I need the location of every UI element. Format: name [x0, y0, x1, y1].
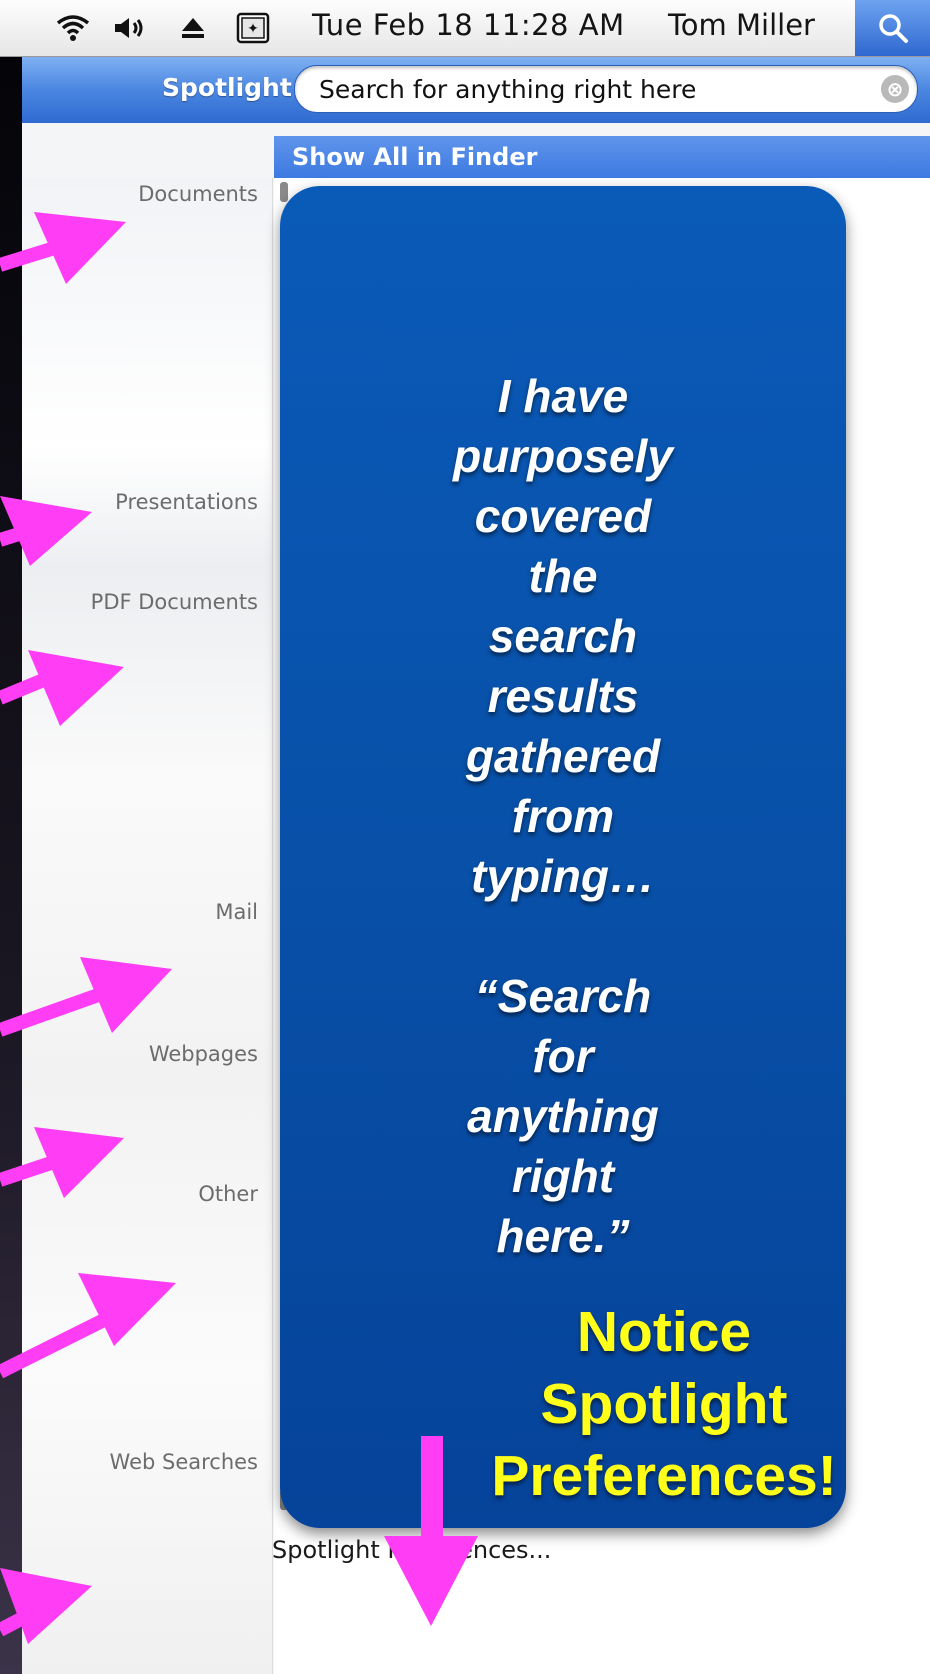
arrow-web-searches-icon: [0, 1568, 92, 1644]
arrow-down-to-preferences-icon: [384, 1436, 478, 1626]
arrow-presentations-icon: [0, 496, 92, 566]
arrow-webpages-icon: [0, 1127, 124, 1198]
arrow-documents-icon: [0, 212, 126, 284]
annotation-arrows: [0, 212, 478, 1644]
arrow-pdf-documents-icon: [0, 650, 124, 726]
arrow-mail-icon: [0, 957, 172, 1037]
arrow-other-icon: [0, 1273, 176, 1379]
